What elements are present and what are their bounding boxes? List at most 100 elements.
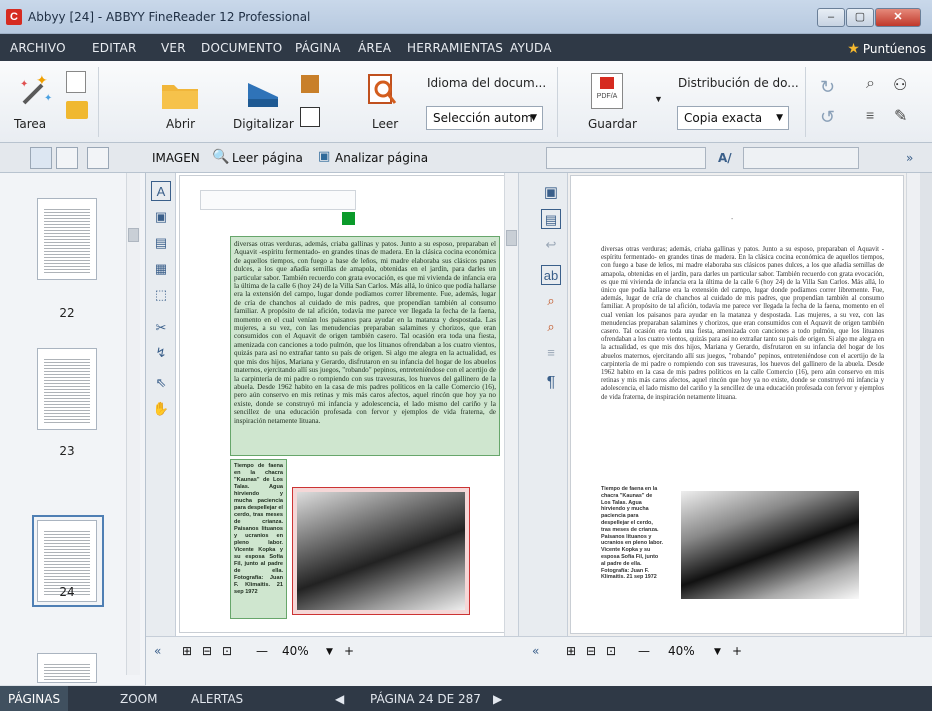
barcode-area-tool-icon[interactable]: ⬚ <box>151 285 171 305</box>
zoom-out-button[interactable]: — <box>638 644 650 658</box>
area-mini-toolbar[interactable] <box>200 190 356 210</box>
menu-ayuda[interactable]: AYUDA <box>510 41 552 55</box>
fit-height-icon[interactable]: ⊡ <box>606 644 616 658</box>
order-areas-tool-icon[interactable]: ↯ <box>151 343 171 363</box>
open-folder-small-icon[interactable] <box>66 101 88 119</box>
menu-documento[interactable]: DOCUMENTO <box>201 41 282 55</box>
minimize-button[interactable]: – <box>817 8 845 27</box>
recognize-icon[interactable]: ⌕ <box>541 291 561 311</box>
picture-area-tool-icon[interactable]: ▣ <box>151 207 171 227</box>
next-page-icon[interactable]: ▶ <box>493 692 502 706</box>
page-properties-icon[interactable] <box>87 147 109 169</box>
text-scrollbar[interactable] <box>906 173 920 636</box>
show-picture-icon[interactable]: ▣ <box>541 183 561 203</box>
magic-wand-icon[interactable]: ✦ ✦ ✦ <box>18 72 52 107</box>
recognized-body-text[interactable]: diversas otras verduras; además, criaba … <box>601 246 884 402</box>
undo-icon[interactable]: ↺ <box>820 107 835 128</box>
pages-scrollbar[interactable] <box>126 173 140 675</box>
edit-image-icon[interactable] <box>300 107 320 127</box>
task-label[interactable]: Tarea <box>14 117 46 131</box>
page-thumbnail[interactable] <box>37 198 97 280</box>
camera-icon[interactable] <box>301 75 319 93</box>
page-thumbnail[interactable] <box>37 348 97 430</box>
close-button[interactable]: ✕ <box>875 8 921 27</box>
menu-herramientas[interactable]: HERRAMIENTAS <box>407 41 503 55</box>
folder-icon[interactable] <box>160 79 200 111</box>
table-area-tool-icon[interactable]: ▦ <box>151 259 171 279</box>
read-page-icon[interactable]: 🔍 <box>212 149 229 165</box>
thumbnails-view-icon[interactable] <box>30 147 52 169</box>
image-scrollbar[interactable] <box>504 173 518 636</box>
insert-icon[interactable]: ↩ <box>541 235 561 255</box>
collapse-icon[interactable]: « <box>154 644 161 658</box>
read-label[interactable]: Leer <box>372 117 398 131</box>
new-task-icon[interactable] <box>66 71 86 93</box>
background-picture-tool-icon[interactable]: ▤ <box>151 233 171 253</box>
layout-select[interactable]: Copia exacta ▼ <box>677 106 789 130</box>
read-document-icon[interactable] <box>367 73 397 107</box>
picture-area[interactable] <box>292 487 470 615</box>
tab-alerts[interactable]: ALERTAS <box>191 692 243 706</box>
scanner-icon[interactable] <box>244 79 282 109</box>
font-style-icon[interactable]: A/ <box>718 151 732 165</box>
prev-page-icon[interactable]: ◀ <box>335 692 344 706</box>
recognized-caption-text[interactable]: Tiempo de faena en la chacra "Kaunas" de… <box>601 486 663 581</box>
fit-page-icon[interactable]: ⊞ <box>566 644 576 658</box>
expand-toolbar-icon[interactable]: » <box>906 151 913 165</box>
zoom-out-button[interactable]: — <box>256 644 268 658</box>
hand-tool-icon[interactable]: ✋ <box>151 399 171 419</box>
paragraph-marks-icon[interactable]: ¶ <box>541 373 561 393</box>
scrollbar-thumb[interactable] <box>506 230 517 246</box>
zoom-dropdown-icon[interactable]: ▼ <box>326 647 333 657</box>
spellcheck-icon[interactable]: ab <box>541 265 561 285</box>
text-zoom-value[interactable]: 40% <box>668 644 695 658</box>
tab-zoom[interactable]: ZOOM <box>120 692 157 706</box>
save-dropdown-arrow-icon[interactable]: ▼ <box>654 94 663 104</box>
analyze-page-icon[interactable]: ▣ <box>318 149 330 164</box>
binoculars-icon[interactable]: ⚇ <box>893 75 907 95</box>
menu-pagina[interactable]: PÁGINA <box>295 41 341 55</box>
zoom-in-button[interactable]: + <box>732 644 742 658</box>
list-icon[interactable]: ≡ <box>541 343 561 363</box>
font-select[interactable] <box>743 147 859 169</box>
scan-label[interactable]: Digitalizar <box>233 117 294 131</box>
find-icon[interactable]: ⌕ <box>866 75 875 93</box>
menu-archivo[interactable]: ARCHIVO <box>10 41 66 55</box>
verify-text-icon[interactable]: ≡ <box>866 107 874 123</box>
text-area-tool-icon[interactable]: A <box>151 181 171 201</box>
menu-area[interactable]: ÁREA <box>358 41 391 55</box>
zoom-dropdown-icon[interactable]: ▼ <box>714 647 721 657</box>
text-area-main[interactable]: diversas otras verduras, además, criaba … <box>230 236 500 456</box>
open-label[interactable]: Abrir <box>166 117 195 131</box>
redo-icon[interactable]: ↻ <box>820 77 835 98</box>
read-page-button[interactable]: Leer página <box>232 151 303 165</box>
language-select[interactable]: Selección autom ▼ <box>426 106 543 130</box>
fit-height-icon[interactable]: ⊡ <box>222 644 232 658</box>
text-area-caption[interactable]: Tiempo de faena en la chacra "Kaunas" de… <box>230 459 287 619</box>
collapse-icon[interactable]: « <box>532 644 539 658</box>
pointer-tool-icon[interactable]: ⇖ <box>151 373 171 393</box>
maximize-button[interactable]: ▢ <box>846 8 874 27</box>
cut-area-tool-icon[interactable]: ✂ <box>151 318 171 338</box>
image-options-icon[interactable] <box>429 147 451 169</box>
fit-width-icon[interactable]: ⊟ <box>586 644 596 658</box>
image-zoom-value[interactable]: 40% <box>282 644 309 658</box>
tab-pages[interactable]: PÁGINAS <box>0 686 69 711</box>
page-thumbnail[interactable] <box>37 653 97 683</box>
options-wrench-icon[interactable]: ✎ <box>894 106 907 126</box>
fit-width-icon[interactable]: ⊟ <box>202 644 212 658</box>
save-label[interactable]: Guardar <box>588 117 637 131</box>
style-select[interactable] <box>546 147 706 169</box>
menu-editar[interactable]: EDITAR <box>92 41 137 55</box>
zoom-in-button[interactable]: + <box>344 644 354 658</box>
analyze-page-button[interactable]: Analizar página <box>335 151 428 165</box>
rate-us-link[interactable]: ★ Puntúenos <box>847 41 926 57</box>
fit-page-icon[interactable]: ⊞ <box>182 644 192 658</box>
page-layout-icon[interactable]: ▤ <box>541 209 561 229</box>
details-view-icon[interactable] <box>56 147 78 169</box>
menu-ver[interactable]: VER <box>161 41 186 55</box>
scrollbar-thumb[interactable] <box>128 228 139 242</box>
pdf-file-icon[interactable]: PDF/A <box>591 73 623 109</box>
verify-icon[interactable]: ⌕ <box>541 317 561 337</box>
recognized-photo <box>681 491 859 599</box>
